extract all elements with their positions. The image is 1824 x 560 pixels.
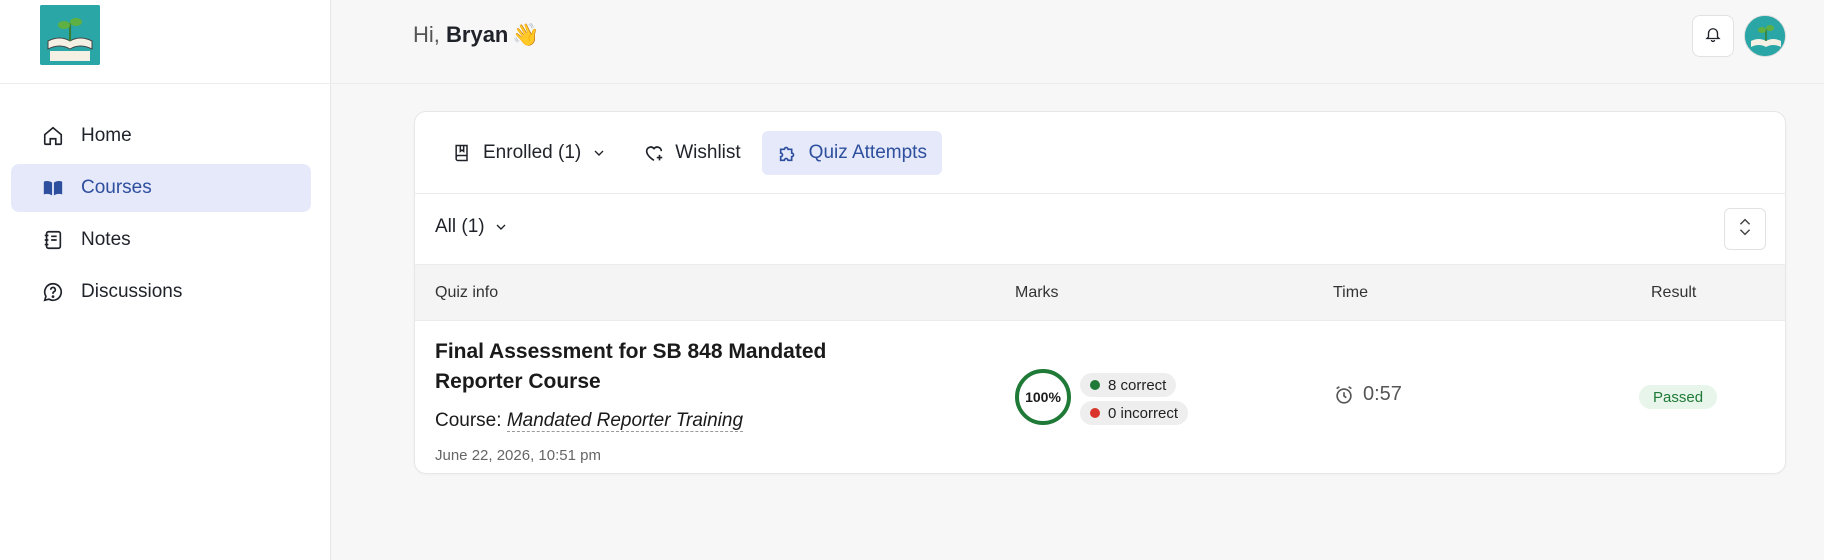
filter-row: All (1) <box>415 194 1785 265</box>
sidebar-nav: Home Courses Notes Discussions <box>11 112 311 320</box>
incorrect-count: 0 incorrect <box>1108 404 1179 422</box>
sidebar-item-label: Home <box>81 125 132 146</box>
column-header-quiz-info: Quiz info <box>435 284 499 301</box>
course-tabs: Enrolled (1) Wishlist Quiz Attempts <box>415 112 1785 194</box>
chevron-down-icon <box>493 219 509 235</box>
tab-label: Wishlist <box>675 141 741 163</box>
table-row: Final Assessment for SB 848 Mandated Rep… <box>415 321 1785 473</box>
sidebar-item-label: Notes <box>81 229 131 250</box>
heart-plus-icon <box>643 142 665 164</box>
greeting-prefix: Hi, <box>413 22 440 47</box>
sort-icon <box>1737 216 1753 243</box>
sidebar: Home Courses Notes Discussions <box>0 0 331 560</box>
sidebar-item-label: Discussions <box>81 281 183 302</box>
attempt-date: June 22, 2026, 10:51 pm <box>435 447 601 464</box>
quiz-attempts-card: Enrolled (1) Wishlist Quiz Attempts All … <box>414 111 1786 474</box>
avatar[interactable] <box>1744 15 1786 57</box>
tab-label: Quiz Attempts <box>808 141 927 163</box>
alarm-clock-icon <box>1333 384 1355 406</box>
tab-quiz-attempts[interactable]: Quiz Attempts <box>761 130 942 175</box>
sidebar-item-label: Courses <box>81 177 152 198</box>
column-header-marks: Marks <box>1015 284 1059 301</box>
top-header: Hi, Bryan 👋 <box>332 0 1824 84</box>
table-header: Quiz info Marks Time Result <box>415 265 1785 321</box>
sidebar-item-home[interactable]: Home <box>11 112 311 160</box>
course-link[interactable]: Mandated Reporter Training <box>506 410 744 432</box>
correct-dot <box>1090 380 1100 390</box>
sidebar-item-notes[interactable]: Notes <box>11 216 311 264</box>
course-line: Course: Mandated Reporter Training <box>435 410 744 432</box>
notifications-button[interactable] <box>1692 15 1734 57</box>
incorrect-dot <box>1090 408 1100 418</box>
question-bubble-icon <box>41 280 65 304</box>
wave-emoji: 👋 <box>512 22 540 47</box>
score-ring: 100% <box>1015 369 1071 425</box>
time-cell: 0:57 <box>1333 383 1402 406</box>
correct-count-pill: 8 correct <box>1080 373 1177 397</box>
score-percent: 100% <box>1025 389 1061 405</box>
time-value: 0:57 <box>1363 383 1402 405</box>
chevron-down-icon <box>591 145 607 161</box>
tab-label: Enrolled (1) <box>483 141 582 163</box>
sidebar-item-discussions[interactable]: Discussions <box>11 268 311 316</box>
quiz-title[interactable]: Final Assessment for SB 848 Mandated Rep… <box>435 337 865 397</box>
notes-icon <box>41 228 65 252</box>
tab-enrolled[interactable]: Enrolled (1) <box>436 131 622 175</box>
filter-dropdown[interactable]: All (1) <box>435 216 509 238</box>
filter-label: All (1) <box>435 216 485 237</box>
user-name: Bryan <box>446 22 509 47</box>
incorrect-count-pill: 0 incorrect <box>1080 401 1189 425</box>
book-icon <box>451 142 473 164</box>
status-badge: Passed <box>1639 385 1718 409</box>
sort-button[interactable] <box>1724 208 1766 250</box>
bell-icon <box>1704 25 1722 48</box>
course-prefix: Course: <box>435 410 502 431</box>
puzzle-icon <box>777 142 799 164</box>
logo-area <box>0 0 330 84</box>
greeting: Hi, Bryan 👋 <box>413 22 540 48</box>
correct-count: 8 correct <box>1108 376 1167 394</box>
home-icon <box>41 124 65 148</box>
tab-wishlist[interactable]: Wishlist <box>628 131 755 175</box>
logo[interactable] <box>40 5 100 65</box>
sidebar-item-courses[interactable]: Courses <box>11 164 311 212</box>
column-header-time: Time <box>1333 284 1368 301</box>
column-header-result: Result <box>1651 284 1697 301</box>
book-open-icon <box>41 176 65 200</box>
